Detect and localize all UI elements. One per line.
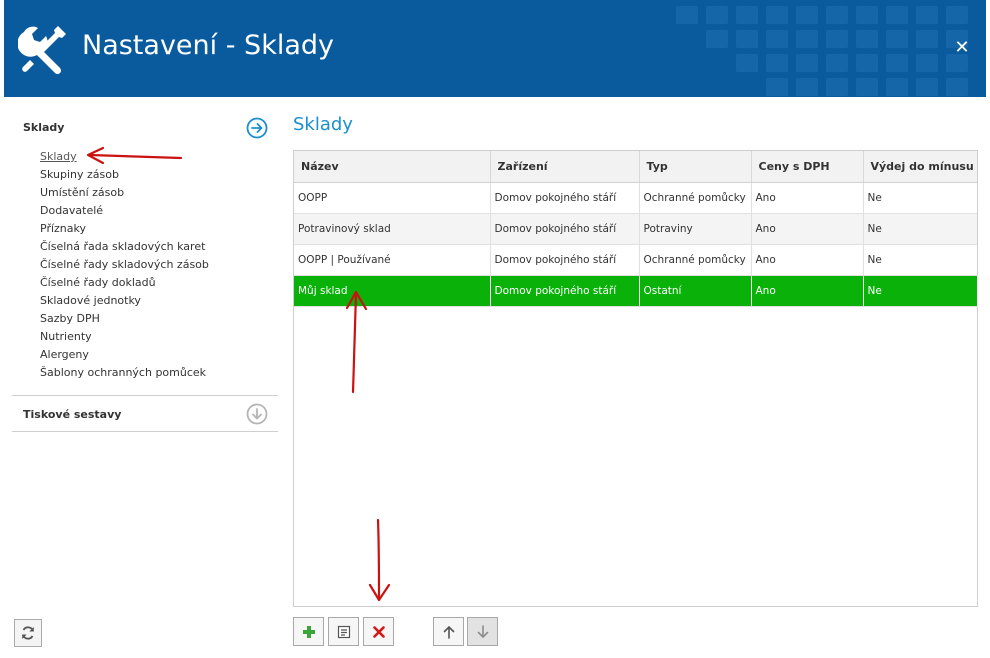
table-row[interactable]: OOPP | Používané Domov pokojného stáří O… [294, 244, 977, 276]
sidebar-item-priznaky[interactable]: Příznaky [40, 220, 278, 238]
sidebar: Sklady Sklady Skupiny zásob Umístění zás… [12, 110, 278, 382]
table-row-selected[interactable]: Můj sklad Domov pokojného stáří Ostatní … [294, 275, 978, 307]
delete-button[interactable] [363, 617, 394, 646]
title-bar-pattern [676, 6, 968, 96]
page-title: Sklady [293, 114, 353, 135]
table-cell: Potravinový sklad [294, 213, 491, 245]
arrow-down-circle-icon[interactable] [246, 403, 268, 425]
sidebar-nav-list: Sklady Skupiny zásob Umístění zásob Doda… [12, 148, 278, 382]
move-down-button[interactable] [467, 617, 498, 646]
sidebar-section-tiskove-sestavy[interactable]: Tiskové sestavy [12, 395, 278, 432]
table-cell: Potraviny [639, 213, 752, 245]
move-up-button[interactable] [433, 617, 464, 646]
table-cell: Ne [863, 182, 977, 214]
refresh-icon [22, 626, 34, 640]
sidebar-item-sablony-pomucek[interactable]: Šablony ochranných pomůcek [40, 364, 278, 382]
warehouse-table: Název Zařízení Typ Ceny s DPH Výdej do m… [293, 150, 978, 607]
column-header-vydej-do-minusu[interactable]: Výdej do mínusu [863, 151, 977, 183]
sidebar-section2-title: Tiskové sestavy [23, 408, 122, 421]
column-header-ceny-s-dph[interactable]: Ceny s DPH [751, 151, 864, 183]
table-row[interactable]: OOPP Domov pokojného stáří Ochranné pomů… [294, 182, 977, 214]
sidebar-item-sklady[interactable]: Sklady [40, 148, 278, 166]
column-header-zarizeni[interactable]: Zařízení [490, 151, 640, 183]
title-bar: Nastavení - Sklady ✕ [4, 0, 986, 97]
sidebar-item-ciselna-rada-karet[interactable]: Číselná řada skladových karet [40, 238, 278, 256]
arrow-right-circle-icon[interactable] [246, 117, 268, 139]
close-icon[interactable]: ✕ [952, 38, 972, 58]
column-header-nazev[interactable]: Název [294, 151, 491, 183]
table-cell: Ano [751, 213, 864, 245]
edit-icon [337, 625, 350, 638]
refresh-button[interactable] [14, 619, 42, 647]
window-title: Nastavení - Sklady [82, 30, 334, 61]
sidebar-item-ciselne-rady-zasob[interactable]: Číselné řady skladových zásob [40, 256, 278, 274]
table-cell: Domov pokojného stáří [490, 244, 640, 276]
table-header-row: Název Zařízení Typ Ceny s DPH Výdej do m… [294, 151, 977, 183]
table-cell: Můj sklad [294, 275, 491, 307]
table-cell: Ochranné pomůcky [639, 182, 752, 214]
sidebar-item-nutrienty[interactable]: Nutrienty [40, 328, 278, 346]
table-cell: Ano [751, 182, 864, 214]
sidebar-item-skladove-jednotky[interactable]: Skladové jednotky [40, 292, 278, 310]
table-cell: Ne [863, 275, 978, 307]
table-cell: Ostatní [639, 275, 752, 307]
arrow-up-icon [443, 625, 454, 639]
table-cell: Ne [863, 213, 977, 245]
table-cell: Ano [751, 244, 864, 276]
table-cell: Ano [751, 275, 864, 307]
sidebar-item-skupiny-zasob[interactable]: Skupiny zásob [40, 166, 278, 184]
sidebar-section-sklady[interactable]: Sklady [12, 110, 278, 146]
arrow-down-icon [477, 624, 488, 638]
sidebar-item-sazby-dph[interactable]: Sazby DPH [40, 310, 278, 328]
delete-icon [372, 625, 385, 638]
edit-button[interactable] [328, 617, 359, 646]
table-cell: OOPP | Používané [294, 244, 491, 276]
sidebar-item-dodavatele[interactable]: Dodavatelé [40, 202, 278, 220]
data-grid: Název Zařízení Typ Ceny s DPH Výdej do m… [294, 151, 978, 307]
sidebar-item-alergeny[interactable]: Alergeny [40, 346, 278, 364]
table-cell: Ochranné pomůcky [639, 244, 752, 276]
column-header-typ[interactable]: Typ [639, 151, 752, 183]
table-cell: Domov pokojného stáří [490, 213, 640, 245]
add-button[interactable] [293, 617, 324, 646]
table-row[interactable]: Potravinový sklad Domov pokojného stáří … [294, 213, 977, 245]
sidebar-item-umisteni-zasob[interactable]: Umístění zásob [40, 184, 278, 202]
table-cell: Domov pokojného stáří [490, 182, 640, 214]
plus-icon [302, 625, 315, 638]
sidebar-item-ciselne-rady-dokladu[interactable]: Číselné řady dokladů [40, 274, 278, 292]
table-cell: Domov pokojného stáří [490, 275, 640, 307]
sidebar-section-title: Sklady [23, 121, 65, 134]
wrench-screwdriver-icon [18, 26, 66, 74]
table-cell: Ne [863, 244, 977, 276]
table-cell: OOPP [294, 182, 491, 214]
